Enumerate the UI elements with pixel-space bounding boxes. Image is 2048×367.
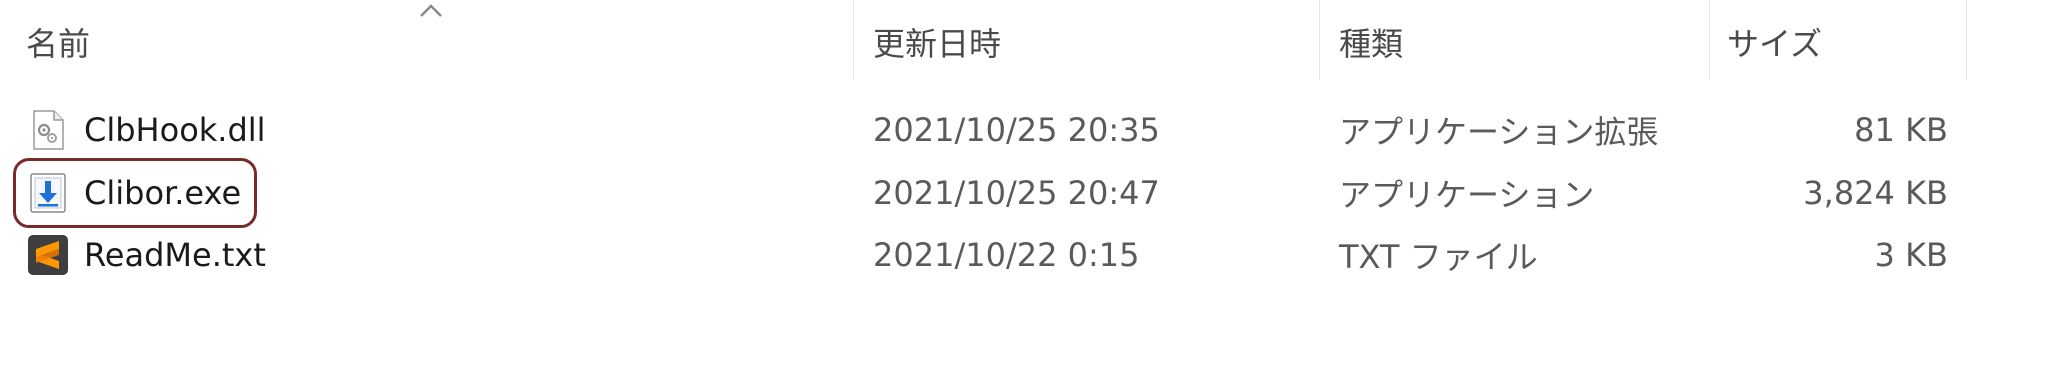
column-header-modified[interactable]: 更新日時 — [873, 0, 1313, 80]
column-divider[interactable] — [1709, 0, 1710, 80]
file-size: 81 KB — [1854, 111, 1948, 149]
file-modified: 2021/10/22 0:15 — [873, 236, 1140, 274]
column-header-modified-label: 更新日時 — [873, 25, 1002, 63]
file-type: アプリケーション拡張 — [1339, 113, 1659, 151]
file-type: アプリケーション — [1339, 176, 1595, 214]
file-modified: 2021/10/25 20:35 — [873, 111, 1160, 149]
file-type: TXT ファイル — [1339, 238, 1538, 276]
file-size: 3,824 KB — [1803, 174, 1948, 212]
file-size: 3 KB — [1874, 236, 1948, 274]
sublime-text-icon — [28, 235, 68, 275]
dll-file-icon — [33, 110, 64, 150]
highlight-box — [13, 158, 257, 228]
file-row[interactable]: ReadMe.txt 2021/10/22 0:15 TXT ファイル 3 KB — [0, 225, 1980, 285]
file-modified: 2021/10/25 20:47 — [873, 174, 1160, 212]
column-divider[interactable] — [853, 0, 854, 80]
column-divider[interactable] — [1319, 0, 1320, 80]
file-row[interactable]: Clibor.exe 2021/10/25 20:47 アプリケーション 3,8… — [0, 163, 1980, 223]
column-header-size-label: サイズ — [1727, 25, 1823, 63]
column-header-row: 名前 更新日時 種類 サイズ — [0, 0, 1980, 80]
column-divider[interactable] — [1966, 0, 1967, 80]
column-header-type[interactable]: 種類 — [1339, 0, 1709, 80]
file-name: ClbHook.dll — [84, 111, 266, 149]
file-list: 名前 更新日時 種類 サイズ ClbHook.dll 2021/10/25 20… — [0, 0, 2048, 367]
column-header-name[interactable]: 名前 — [26, 0, 846, 80]
file-name: ReadMe.txt — [84, 236, 266, 274]
column-header-type-label: 種類 — [1339, 25, 1404, 63]
file-row[interactable]: ClbHook.dll 2021/10/25 20:35 アプリケーション拡張 … — [0, 100, 1980, 160]
column-header-size[interactable]: サイズ — [1727, 0, 1967, 80]
column-header-name-label: 名前 — [26, 25, 91, 63]
